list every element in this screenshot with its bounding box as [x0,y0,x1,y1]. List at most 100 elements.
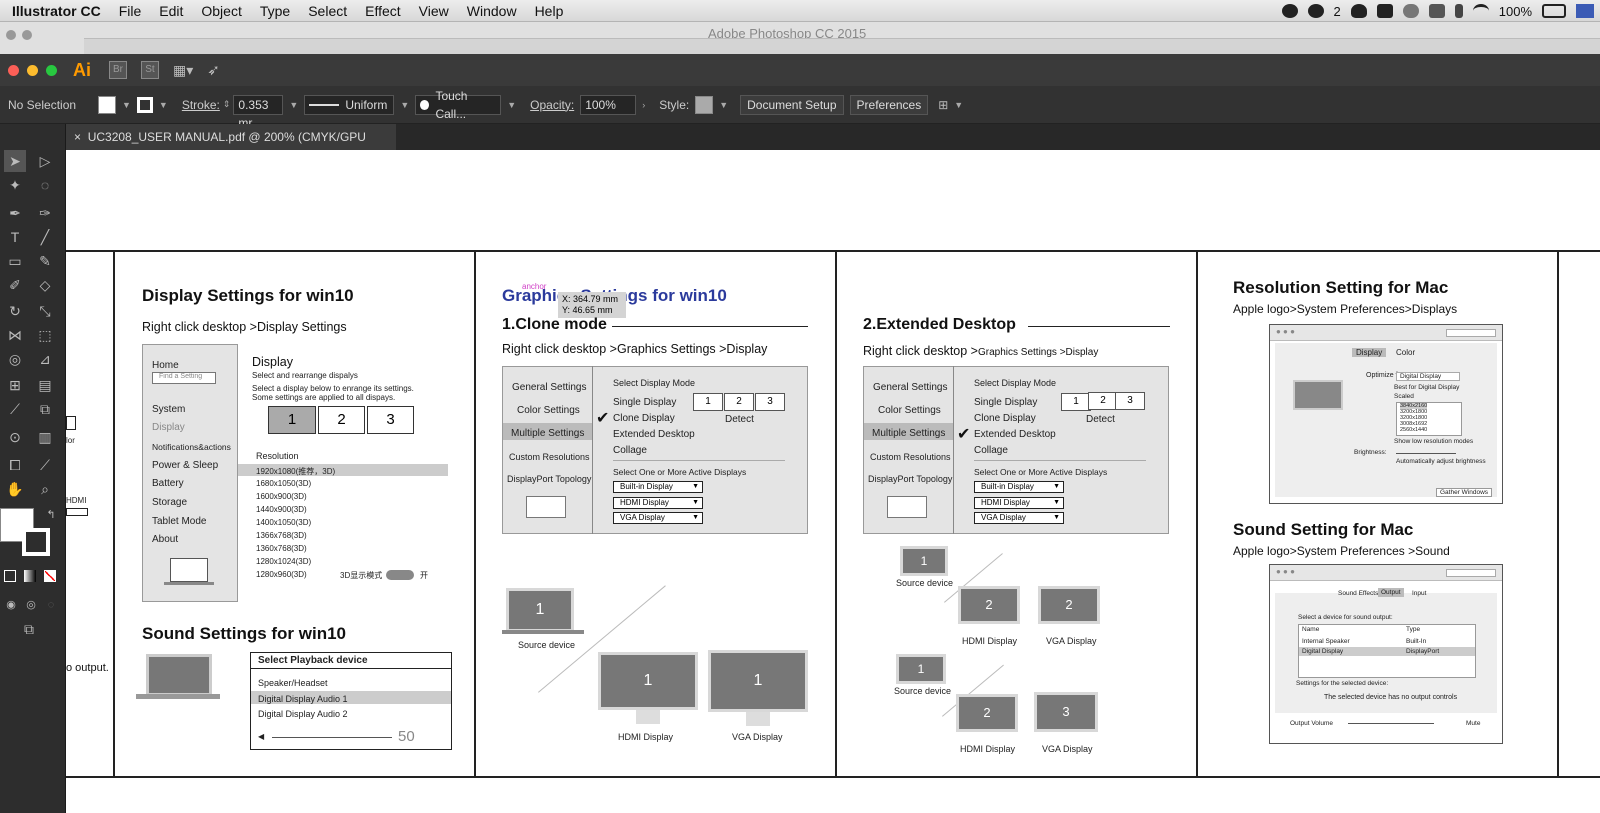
column-graph-tool-icon[interactable]: ▥ [34,426,56,448]
eyedropper-tool-icon[interactable]: ⟋ [4,398,26,420]
variable-width-profile[interactable]: Uniform [304,94,395,115]
blend-tool-icon[interactable]: ⧉ [34,398,56,420]
stroke-weight-input[interactable]: 0.353 mr [233,94,284,130]
arrange-documents-icon[interactable]: ▦▾ [173,62,193,79]
app-menu[interactable]: Illustrator CC [12,3,101,19]
menu-help[interactable]: Help [535,3,564,19]
shaper-tool-icon[interactable]: ✐ [4,274,26,296]
menu-type[interactable]: Type [260,3,290,19]
free-transform-tool-icon[interactable]: ⬚ [34,324,56,346]
style-label: Style: [659,97,690,112]
gpu-performance-icon[interactable]: ➶ [207,61,220,79]
stroke-weight-dropdown-icon[interactable]: ▼ [289,100,298,110]
swap-fill-stroke-icon[interactable]: ↰ [40,504,62,526]
menu-view[interactable]: View [419,3,449,19]
preferences-button[interactable]: Preferences [849,94,929,115]
menu-window[interactable]: Window [467,3,517,19]
symbol-sprayer-tool-icon[interactable]: ⊙ [4,426,26,448]
stroke-dropdown-icon[interactable]: ▼ [159,100,168,110]
close-tab-icon[interactable]: × [74,130,81,144]
line-tool-icon[interactable]: ╱ [34,226,56,248]
width-tool-icon[interactable]: ⋈ [4,324,26,346]
arrange-icon[interactable]: ⊞ [938,98,948,112]
brush-dropdown-icon[interactable]: ▼ [507,100,516,110]
brush-definition[interactable]: Touch Call... [415,89,502,121]
arrange-dropdown-icon[interactable]: ▼ [954,100,963,110]
eraser-tool-icon[interactable]: ◇ [34,274,56,296]
perspective-grid-tool-icon[interactable]: ⊿ [34,348,56,370]
curvature-tool-icon[interactable]: ✑ [34,202,56,224]
opacity-arrow-icon[interactable]: › [642,100,645,110]
color-mode-icon[interactable] [4,570,16,582]
magic-wand-tool-icon[interactable]: ✦ [4,174,26,196]
close-window-icon[interactable] [8,64,19,76]
stock-button[interactable]: St [141,61,159,79]
zoom-tool-icon[interactable]: ⌕ [34,478,56,500]
artboard-tool-icon[interactable]: ⧠ [4,454,26,476]
stroke-color-box[interactable] [22,528,50,556]
graphics-menu-item: Multiple Settings [511,428,585,439]
brush-label: Touch Call... [435,88,468,121]
gradient-tool-icon[interactable]: ▤ [34,374,56,396]
lasso-tool-icon[interactable]: ◌ [34,174,56,196]
menu-select[interactable]: Select [308,3,347,19]
document-tab[interactable]: × UC3208_USER MANUAL.pdf @ 200% (CMYK/GP… [66,124,396,170]
skype-icon[interactable] [1281,4,1298,18]
none-mode-icon[interactable] [44,570,56,582]
anchor-hint: anchor [522,282,547,291]
menu-file[interactable]: File [119,3,142,19]
selection-tool-icon[interactable]: ➤ [4,150,26,172]
slice-tool-icon[interactable]: ⟋ [34,454,56,476]
scale-tool-icon[interactable]: ⤡ [34,300,56,322]
send-icon[interactable] [1428,4,1445,18]
rectangle-tool-icon[interactable]: ▭ [4,250,26,272]
resolution-item: 1600x900(3D) [256,492,307,501]
profile-dropdown-icon[interactable]: ▼ [400,100,409,110]
playback-device: Speaker/Headset [258,678,328,688]
flag-icon[interactable] [1576,4,1594,18]
document-setup-button[interactable]: Document Setup [740,94,844,115]
menu-edit[interactable]: Edit [159,3,183,19]
fill-dropdown-icon[interactable]: ▼ [122,100,131,110]
stroke-swatch[interactable] [136,96,153,113]
zoom-window-icon[interactable] [46,64,57,76]
graphics-menu-item: Custom Resolutions [870,452,951,462]
bluetooth-icon[interactable] [1454,4,1463,18]
qq-icon[interactable] [1350,4,1367,18]
draw-behind-icon[interactable]: ◎ [20,594,42,616]
menu-object[interactable]: Object [201,3,241,19]
hand-tool-icon[interactable]: ✋ [4,478,26,500]
menu-effect[interactable]: Effect [365,3,401,19]
fill-swatch[interactable] [98,95,116,114]
opacity-label[interactable]: Opacity: [530,98,574,112]
shape-builder-tool-icon[interactable]: ◎ [4,348,26,370]
rotate-tool-icon[interactable]: ↻ [4,300,26,322]
section-title: Sound Setting for Mac [1233,520,1414,539]
wifi-icon[interactable] [1472,4,1489,18]
minimize-window-icon[interactable] [27,64,38,76]
direct-selection-tool-icon[interactable]: ▷ [34,150,56,172]
wechat-icon[interactable] [1307,4,1324,18]
pen-tool-icon[interactable]: ✒ [4,202,26,224]
draw-normal-icon[interactable]: ◉ [0,594,22,616]
opacity-input[interactable]: 100% [580,94,637,115]
mode-option: Extended Desktop [613,429,695,440]
stroke-stepper-icon[interactable]: ⇕ [223,99,231,110]
cloud-icon[interactable] [1402,4,1419,18]
select-display-mode: Select Display Mode [613,378,696,388]
draw-inside-icon[interactable]: ◌ [40,594,62,616]
stroke-label[interactable]: Stroke: [182,98,220,112]
artboard-canvas[interactable]: lor HDMI o output. Display Settings for … [66,150,1600,813]
page-divider [1557,250,1559,778]
g-app-icon[interactable] [1376,4,1393,18]
mesh-tool-icon[interactable]: ⊞ [4,374,26,396]
style-dropdown-icon[interactable]: ▼ [719,100,728,110]
battery-icon[interactable] [1542,4,1566,18]
type-tool-icon[interactable]: T [4,226,26,248]
section-title: Sound Settings for win10 [142,624,347,643]
gradient-mode-icon[interactable] [24,570,36,582]
bridge-button[interactable]: Br [109,61,127,79]
paintbrush-tool-icon[interactable]: ✎ [34,250,56,272]
screen-mode-icon[interactable]: ⧉ [18,618,40,640]
style-swatch[interactable] [695,95,714,114]
